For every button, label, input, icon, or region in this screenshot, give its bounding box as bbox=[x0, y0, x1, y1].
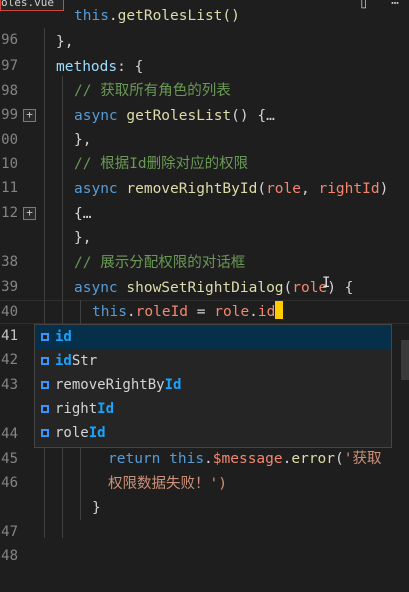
token: = bbox=[188, 304, 215, 320]
code-line: 38 }, bbox=[0, 226, 409, 270]
suggestion-match: Id bbox=[88, 425, 106, 441]
token: { bbox=[74, 206, 83, 222]
code-line: 46 return this.$message.error('获取 bbox=[0, 447, 409, 491]
comment: // 获取所有角色的列表 bbox=[74, 83, 231, 99]
token: }, bbox=[56, 34, 74, 50]
suggestion-item[interactable]: rightId bbox=[35, 397, 391, 421]
code-line-wrap: 权限数据失败！') bbox=[0, 472, 409, 496]
token: this bbox=[169, 451, 205, 467]
line-number: 48 bbox=[1, 548, 18, 564]
expand-fold-icon[interactable]: + bbox=[23, 207, 36, 220]
token: () { bbox=[231, 108, 267, 124]
code-line: 48 bbox=[0, 520, 409, 564]
suggestion-item[interactable]: idStr bbox=[35, 349, 391, 373]
code-line: 47 } bbox=[0, 496, 409, 540]
token: .getRolesList() bbox=[108, 8, 240, 24]
token: ) { bbox=[327, 280, 354, 296]
token: this bbox=[92, 304, 127, 320]
scrollbar-thumb[interactable] bbox=[401, 340, 409, 380]
code-line: 40 async showSetRightDialog(role) { bbox=[0, 276, 409, 320]
code-line: 39 // 展示分配权限的对话框 bbox=[0, 251, 409, 295]
code-line: 97 }, bbox=[0, 30, 409, 74]
token: roleId bbox=[135, 304, 189, 320]
property-icon bbox=[40, 332, 50, 342]
suggestion-item[interactable]: removeRightById bbox=[35, 373, 391, 397]
expand-fold-icon[interactable]: + bbox=[23, 109, 36, 122]
comment: // 根据Id删除对应的权限 bbox=[74, 156, 249, 172]
suggestion-prefix: removeRightBy bbox=[55, 377, 165, 393]
text-cursor bbox=[275, 301, 284, 319]
comment: // 展示分配权限的对话框 bbox=[74, 255, 246, 271]
token: this bbox=[74, 8, 109, 24]
suggestion-match: Id bbox=[164, 377, 182, 393]
token: id bbox=[257, 304, 276, 320]
token: }, bbox=[74, 230, 92, 246]
line-number: 43 bbox=[1, 377, 18, 393]
property-icon bbox=[40, 404, 50, 414]
token: rightId bbox=[318, 181, 380, 197]
token: '获取 bbox=[343, 451, 382, 467]
token: . bbox=[249, 304, 258, 320]
folded-region[interactable]: … bbox=[266, 108, 275, 124]
property-icon bbox=[40, 380, 50, 390]
code-line: 99 // 获取所有角色的列表 bbox=[0, 79, 409, 123]
code-line: 00 + async getRolesList() {… bbox=[0, 104, 409, 148]
code-line: + {… bbox=[0, 202, 409, 226]
property-icon bbox=[40, 428, 50, 438]
token: removeRightById bbox=[126, 181, 258, 197]
token: : { bbox=[117, 59, 144, 75]
suggestion-rest: Str bbox=[71, 353, 98, 369]
token: async bbox=[74, 280, 118, 296]
code-line: 10 }, bbox=[0, 128, 409, 172]
suggestion-item[interactable]: id bbox=[35, 325, 391, 349]
token: async bbox=[74, 181, 118, 197]
suggestion-match: Id bbox=[97, 401, 115, 417]
suggestion-widget[interactable]: id idStr removeRightById rightId roleId bbox=[34, 324, 392, 448]
token: methods bbox=[56, 59, 118, 75]
code-line: 12 async removeRightById(role, rightId) bbox=[0, 177, 409, 221]
token: role bbox=[266, 181, 301, 197]
token: 权限数据失败！') bbox=[108, 476, 227, 492]
suggestion-match: id bbox=[55, 329, 72, 345]
property-icon bbox=[40, 356, 50, 366]
token: } bbox=[92, 500, 101, 516]
token: }, bbox=[74, 132, 92, 148]
mouse-ibeam-icon: I bbox=[322, 275, 331, 291]
token: getRolesList bbox=[126, 108, 232, 124]
token: showSetRightDialog bbox=[126, 280, 284, 296]
suggestion-prefix: role bbox=[55, 425, 89, 441]
folded-region[interactable]: … bbox=[83, 206, 92, 222]
token: return bbox=[108, 451, 161, 467]
token: error bbox=[291, 451, 336, 467]
code-line: 98 methods: { bbox=[0, 55, 409, 99]
suggestion-prefix: right bbox=[55, 401, 98, 417]
token: role bbox=[214, 304, 250, 320]
suggestion-item[interactable]: roleId bbox=[35, 421, 391, 445]
code-line: 11 // 根据Id删除对应的权限 bbox=[0, 152, 409, 196]
suggestion-match: id bbox=[55, 353, 72, 369]
code-line-current: 41 this.roleId = role.id bbox=[0, 300, 409, 344]
code-line: 96 this.getRolesList() bbox=[0, 4, 409, 48]
token: $message bbox=[212, 451, 283, 467]
token: async bbox=[74, 108, 118, 124]
